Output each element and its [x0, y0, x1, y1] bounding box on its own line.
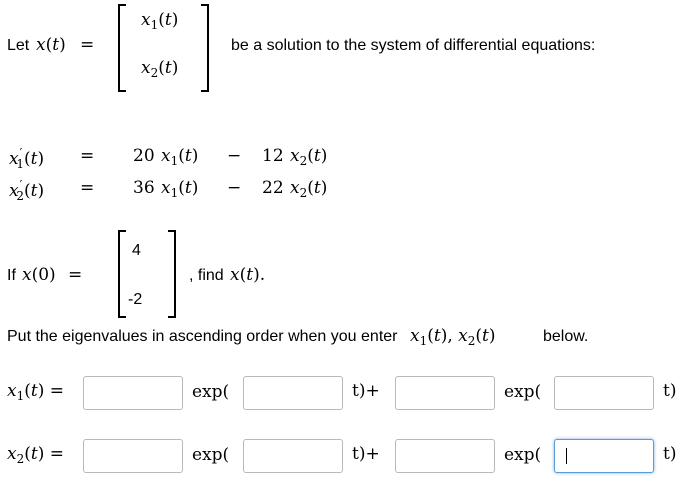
vector-left-bracket: [118, 4, 126, 92]
instruction-tail: below.: [543, 328, 589, 345]
x-of-t-symbol: x(t): [36, 35, 66, 55]
exp-label: exp(: [192, 445, 230, 465]
answer-label-x1: x1(t) =: [7, 381, 64, 403]
init-value-1: 4: [132, 242, 141, 259]
var-x2: x2(t): [290, 146, 328, 168]
target-x-of-t: x(t).: [230, 265, 266, 285]
instruction-vars: x1(t), x2(t): [410, 326, 496, 348]
minus-sign: −: [227, 146, 242, 166]
var-x2: x2(t): [290, 178, 328, 200]
if-label: If: [7, 267, 16, 284]
coef-2: 22: [262, 178, 284, 198]
text-caret: [566, 448, 567, 464]
eq-sign: =: [80, 146, 95, 166]
intro-tail-text: be a solution to the system of different…: [231, 37, 596, 54]
x1-eigenvalue-1-input[interactable]: [243, 376, 343, 410]
x2-eigenvalue-2-input[interactable]: [554, 439, 654, 473]
t-close-label: t): [663, 381, 677, 401]
var-x1: x1(t): [161, 146, 199, 168]
x1-eigenvalue-2-input[interactable]: [554, 376, 654, 410]
coef-1: 36: [133, 178, 155, 198]
t-plus-label: t)+: [352, 381, 380, 401]
init-value-2: -2: [128, 291, 143, 308]
var-x1: x1(t): [161, 178, 199, 200]
x2-coefficient-2-input[interactable]: [395, 439, 495, 473]
init-right-bracket: [168, 230, 176, 318]
x2-eigenvalue-1-input[interactable]: [243, 439, 343, 473]
find-text: , find: [189, 267, 224, 284]
x1-coefficient-1-input[interactable]: [83, 376, 183, 410]
minus-sign: −: [227, 178, 242, 198]
t-plus-label: t)+: [352, 444, 380, 464]
vector-entry-x2: x2(t): [141, 58, 179, 80]
x2-coefficient-1-input[interactable]: [83, 439, 183, 473]
coef-1: 20: [133, 146, 155, 166]
exp-label: exp(: [504, 445, 542, 465]
x1-coefficient-2-input[interactable]: [395, 376, 495, 410]
instruction-text: Put the eigenvalues in ascending order w…: [7, 328, 398, 345]
exp-label: exp(: [192, 382, 230, 402]
let-label: Let: [7, 37, 30, 54]
initial-equals: =: [68, 265, 83, 285]
intro-equals: =: [80, 35, 95, 55]
lhs-x2-prime: x′2(t): [9, 178, 45, 203]
init-left-bracket: [118, 230, 126, 318]
vector-right-bracket: [201, 4, 209, 92]
answer-label-x2: x2(t) =: [7, 444, 64, 466]
vector-entry-x1: x1(t): [141, 10, 179, 32]
t-close-label: t): [663, 444, 677, 464]
x-of-0-symbol: x(0): [22, 265, 56, 285]
coef-2: 12: [262, 146, 284, 166]
exp-label: exp(: [504, 382, 542, 402]
eq-sign: =: [80, 178, 95, 198]
lhs-x1-prime: x′1(t): [9, 146, 45, 171]
